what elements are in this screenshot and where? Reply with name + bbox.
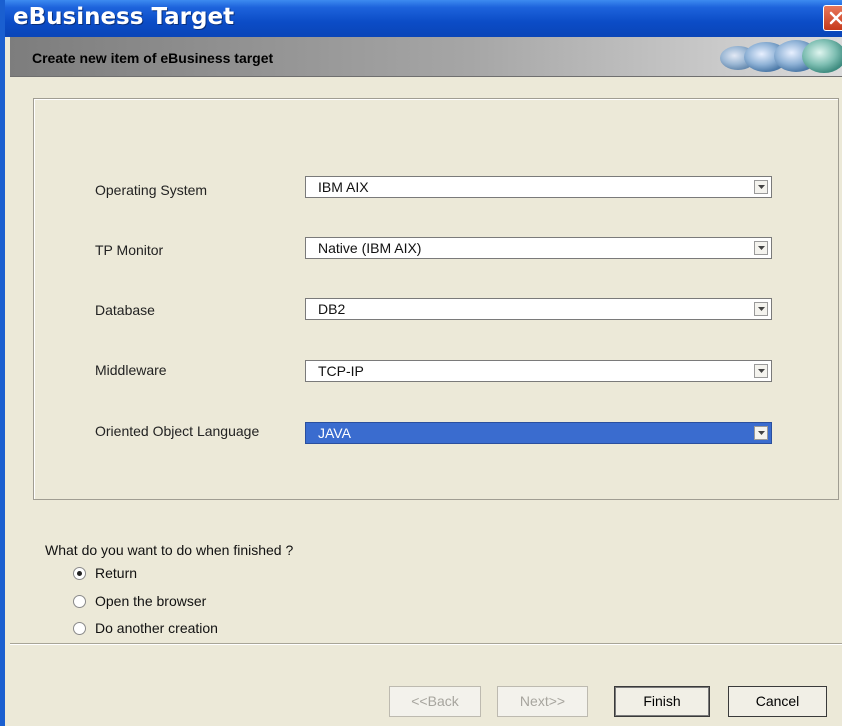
- middleware-value: TCP-IP: [318, 363, 364, 379]
- operating-system-value: IBM AIX: [318, 179, 369, 195]
- dropdown-arrow-icon[interactable]: [754, 364, 768, 378]
- back-button[interactable]: <<Back: [389, 686, 481, 717]
- tp-monitor-value: Native (IBM AIX): [318, 240, 422, 256]
- finish-question: What do you want to do when finished ?: [45, 542, 294, 558]
- footer-separator: [10, 643, 842, 645]
- next-button[interactable]: Next>>: [497, 686, 588, 717]
- close-icon: [829, 11, 842, 25]
- radio-button[interactable]: [73, 622, 86, 635]
- radio-dot-icon: [77, 571, 82, 576]
- database-select[interactable]: DB2: [305, 298, 772, 320]
- operating-system-label: Operating System: [95, 182, 208, 198]
- dropdown-arrow-icon[interactable]: [754, 241, 768, 255]
- title-bar[interactable]: eBusiness Target: [5, 0, 842, 37]
- tp-monitor-select[interactable]: Native (IBM AIX): [305, 237, 772, 259]
- globe-decoration-icon: [720, 39, 842, 73]
- finish-button[interactable]: Finish: [614, 686, 710, 717]
- radio-button[interactable]: [73, 595, 86, 608]
- dropdown-arrow-icon[interactable]: [754, 180, 768, 194]
- close-button[interactable]: [823, 5, 842, 31]
- dialog-window: eBusiness Target Create new item of eBus…: [0, 0, 842, 726]
- subheader-title: Create new item of eBusiness target: [32, 50, 274, 66]
- middleware-select[interactable]: TCP-IP: [305, 360, 772, 382]
- database-value: DB2: [318, 301, 346, 317]
- middleware-label: Middleware: [95, 362, 167, 378]
- radio-open-browser-label[interactable]: Open the browser: [95, 593, 206, 609]
- tp-monitor-label: TP Monitor: [95, 242, 164, 258]
- cancel-button[interactable]: Cancel: [728, 686, 827, 717]
- operating-system-select[interactable]: IBM AIX: [305, 176, 772, 198]
- dialog-subheader: Create new item of eBusiness target: [10, 37, 842, 77]
- radio-another-creation-label[interactable]: Do another creation: [95, 620, 218, 636]
- radio-button-checked[interactable]: [73, 567, 86, 580]
- dropdown-arrow-icon[interactable]: [754, 302, 768, 316]
- window-title: eBusiness Target: [13, 4, 235, 30]
- database-label: Database: [95, 302, 155, 318]
- oriented-object-language-value: JAVA: [318, 425, 351, 441]
- radio-return-label[interactable]: Return: [95, 565, 137, 581]
- dropdown-arrow-icon[interactable]: [754, 426, 768, 440]
- oriented-object-language-select[interactable]: JAVA: [305, 422, 772, 444]
- oriented-object-language-label: Oriented Object Language: [95, 423, 260, 439]
